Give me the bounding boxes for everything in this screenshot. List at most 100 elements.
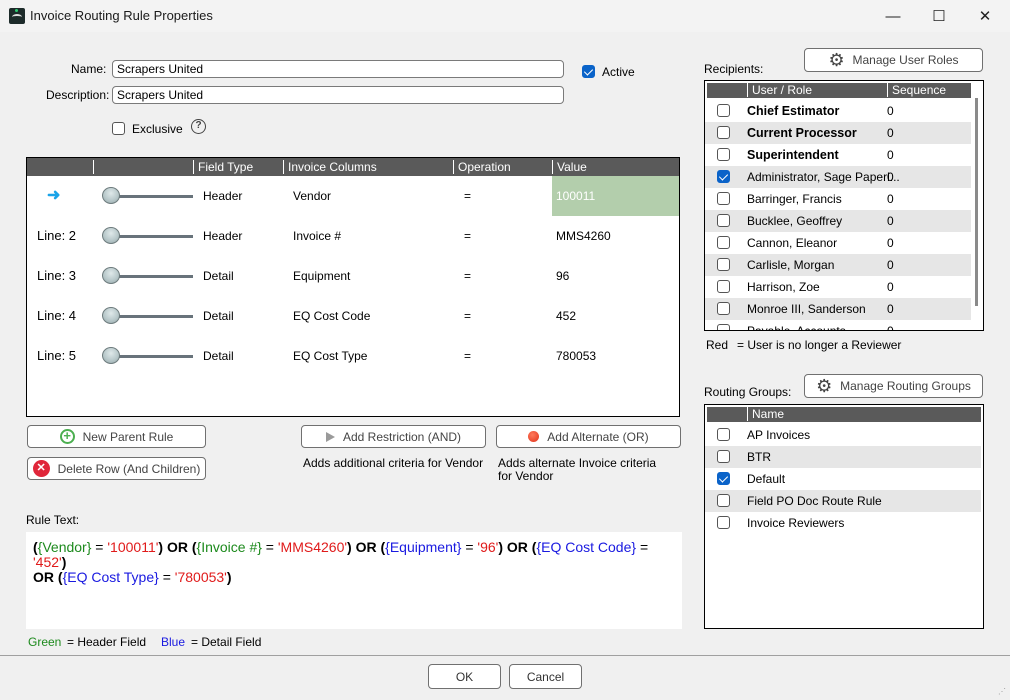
description-input[interactable] xyxy=(112,86,564,104)
recipient-sequence[interactable]: 0 xyxy=(887,166,894,188)
value-cell[interactable]: 100011 xyxy=(552,176,679,216)
active-checkbox[interactable] xyxy=(582,65,595,78)
routing-groups-list-header: Name xyxy=(707,407,981,422)
add-restriction-button[interactable]: Add Restriction (AND) xyxy=(301,425,486,448)
add-alternate-button[interactable]: Add Alternate (OR) xyxy=(496,425,681,448)
close-button[interactable]: ✕ xyxy=(962,0,1008,32)
new-parent-rule-button[interactable]: + New Parent Rule xyxy=(27,425,206,448)
legend-green-word: Green xyxy=(28,635,62,649)
recipient-row[interactable]: Carlisle, Morgan 0 xyxy=(705,254,971,276)
indent-slider-knob[interactable] xyxy=(102,307,120,324)
recipient-sequence[interactable]: 0 xyxy=(887,254,894,276)
recipient-checkbox[interactable] xyxy=(717,258,730,271)
routing-group-checkbox[interactable] xyxy=(717,494,730,507)
recipient-row[interactable]: Chief Estimator 0 xyxy=(705,100,971,122)
help-icon[interactable]: ? xyxy=(191,119,206,134)
operation-cell[interactable]: = xyxy=(464,336,471,376)
routing-group-row[interactable]: Field PO Doc Route Rule xyxy=(705,490,981,512)
manage-user-roles-button[interactable]: ⚙ Manage User Roles xyxy=(804,48,983,72)
column-header-blank xyxy=(93,160,193,174)
column-header-field-type[interactable]: Field Type xyxy=(193,160,283,174)
recipient-checkbox[interactable] xyxy=(717,192,730,205)
routing-group-checkbox[interactable] xyxy=(717,428,730,441)
column-header-name[interactable]: Name xyxy=(747,407,981,421)
name-input[interactable] xyxy=(112,60,564,78)
recipient-sequence[interactable]: 0 xyxy=(887,298,894,320)
recipient-checkbox[interactable] xyxy=(717,302,730,315)
field-type-cell: Detail xyxy=(203,349,234,363)
rule-row[interactable]: ➜ Header Vendor = 100011 xyxy=(27,176,679,216)
recipient-row[interactable]: Monroe III, Sanderson 0 xyxy=(705,298,971,320)
column-header-operation[interactable]: Operation xyxy=(453,160,553,174)
operator-token: ) OR ( xyxy=(498,539,537,555)
indent-slider-knob[interactable] xyxy=(102,227,120,244)
delete-row-button[interactable]: ✕ Delete Row (And Children) xyxy=(27,457,206,480)
routing-group-row[interactable]: Default xyxy=(705,468,981,490)
value-token: '96' xyxy=(477,539,499,555)
routing-group-row[interactable]: AP Invoices xyxy=(705,424,981,446)
value-cell[interactable]: 452 xyxy=(552,296,679,336)
operation-cell[interactable]: = xyxy=(464,216,471,256)
manage-routing-groups-button[interactable]: ⚙ Manage Routing Groups xyxy=(804,374,983,398)
ok-button[interactable]: OK xyxy=(428,664,501,689)
recipient-checkbox[interactable] xyxy=(717,104,730,117)
recipient-row[interactable]: Administrator, Sage Paperl... 0 xyxy=(705,166,971,188)
recipient-sequence[interactable]: 0 xyxy=(887,276,894,298)
recipient-checkbox[interactable] xyxy=(717,126,730,139)
column-header-user-role[interactable]: User / Role xyxy=(747,83,887,97)
value-cell[interactable]: MMS4260 xyxy=(552,216,679,256)
value-cell[interactable]: 780053 xyxy=(552,336,679,376)
rule-row[interactable]: Line: 3 Detail Equipment = 96 xyxy=(27,256,679,296)
recipient-row[interactable]: Current Processor 0 xyxy=(705,122,971,144)
recipient-checkbox[interactable] xyxy=(717,324,730,330)
recipient-sequence[interactable]: 0 xyxy=(887,210,894,232)
operation-cell[interactable]: = xyxy=(464,256,471,296)
recipient-sequence[interactable]: 0 xyxy=(887,122,894,144)
column-header-sequence[interactable]: Sequence xyxy=(887,83,971,97)
recipient-checkbox[interactable] xyxy=(717,214,730,227)
recipient-name: Administrator, Sage Paperl... xyxy=(747,170,900,184)
recipient-row[interactable]: Superintendent 0 xyxy=(705,144,971,166)
recipients-scrollbar[interactable] xyxy=(975,98,978,306)
operator-token: = xyxy=(91,539,108,555)
value-token: '100011' xyxy=(107,539,159,555)
recipient-sequence[interactable]: 0 xyxy=(887,144,894,166)
recipient-sequence[interactable]: 0 xyxy=(887,100,894,122)
indent-slider-knob[interactable] xyxy=(102,187,120,204)
recipient-checkbox[interactable] xyxy=(717,170,730,183)
routing-group-checkbox[interactable] xyxy=(717,450,730,463)
maximize-button[interactable]: ☐ xyxy=(916,0,962,32)
routing-group-row[interactable]: BTR xyxy=(705,446,981,468)
recipient-sequence[interactable]: 0 xyxy=(887,232,894,254)
operation-cell[interactable]: = xyxy=(464,176,471,216)
rule-row[interactable]: Line: 5 Detail EQ Cost Type = 780053 xyxy=(27,336,679,376)
rule-row[interactable]: Line: 4 Detail EQ Cost Code = 452 xyxy=(27,296,679,336)
recipient-row[interactable]: Barringer, Francis 0 xyxy=(705,188,971,210)
routing-group-checkbox[interactable] xyxy=(717,516,730,529)
recipient-sequence[interactable]: 0 xyxy=(887,320,894,330)
recipient-row[interactable]: Bucklee, Geoffrey 0 xyxy=(705,210,971,232)
field-type-cell: Detail xyxy=(203,269,234,283)
routing-groups-label: Routing Groups: xyxy=(704,385,792,399)
column-header-invoice-columns[interactable]: Invoice Columns xyxy=(283,160,453,174)
recipient-checkbox[interactable] xyxy=(717,236,730,249)
indent-slider-knob[interactable] xyxy=(102,347,120,364)
rules-grid: Field Type Invoice Columns Operation Val… xyxy=(26,157,680,417)
value-cell[interactable]: 96 xyxy=(552,256,679,296)
exclusive-checkbox[interactable] xyxy=(112,122,125,135)
column-header-value[interactable]: Value xyxy=(552,160,679,174)
operation-cell[interactable]: = xyxy=(464,296,471,336)
indent-slider-knob[interactable] xyxy=(102,267,120,284)
recipient-checkbox[interactable] xyxy=(717,148,730,161)
cancel-button[interactable]: Cancel xyxy=(509,664,582,689)
recipient-row[interactable]: Payable, Accounts 0 xyxy=(705,320,971,330)
rule-row[interactable]: Line: 2 Header Invoice # = MMS4260 xyxy=(27,216,679,256)
routing-group-checkbox[interactable] xyxy=(717,472,730,485)
recipient-row[interactable]: Cannon, Eleanor 0 xyxy=(705,232,971,254)
resize-grip-icon[interactable]: ⋰ xyxy=(998,688,1006,696)
recipient-row[interactable]: Harrison, Zoe 0 xyxy=(705,276,971,298)
recipient-checkbox[interactable] xyxy=(717,280,730,293)
routing-group-row[interactable]: Invoice Reviewers xyxy=(705,512,981,534)
recipient-sequence[interactable]: 0 xyxy=(887,188,894,210)
minimize-button[interactable]: — xyxy=(870,0,916,32)
